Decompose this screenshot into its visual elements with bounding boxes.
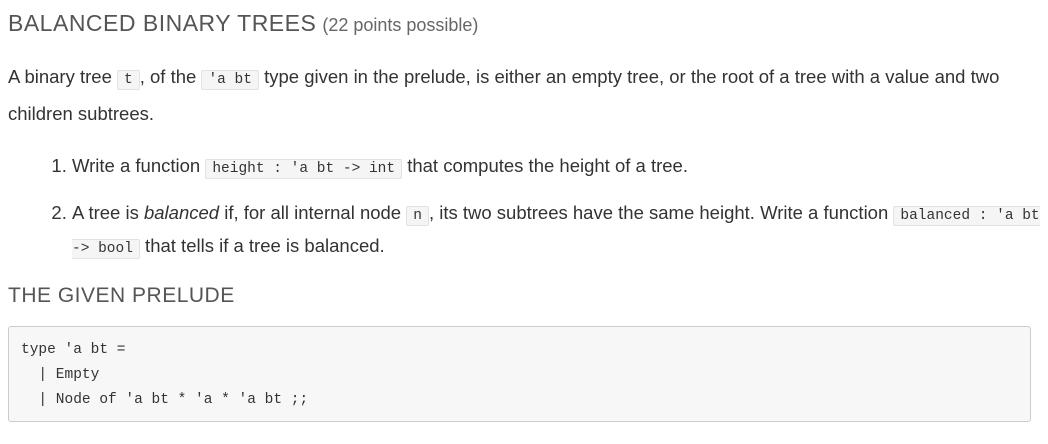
intro-paragraph: A binary tree t, of the 'a bt type given… (8, 60, 1040, 131)
code-line: | Node of 'a bt * 'a * 'a bt ;; (21, 392, 309, 408)
exercise-content: BALANCED BINARY TREES (22 points possible… (0, 0, 1048, 422)
text: that computes the height of a tree. (402, 155, 688, 176)
task-item: A tree is balanced if, for all internal … (72, 198, 1040, 264)
text: A binary tree (8, 66, 118, 87)
text: , of the (139, 66, 202, 87)
task-item: Write a function height : 'a bt -> int t… (72, 151, 1040, 184)
code-line: | Empty (21, 367, 100, 383)
text: if, for all internal node (219, 202, 407, 223)
inline-code: height : 'a bt -> int (205, 159, 403, 179)
inline-code: t (117, 70, 140, 90)
text: that tells if a tree is balanced. (139, 235, 385, 256)
task-list: Write a function height : 'a bt -> int t… (8, 151, 1040, 264)
points-label: (22 points possible) (322, 15, 479, 35)
emphasis: balanced (143, 202, 220, 223)
title-text: BALANCED BINARY TREES (8, 10, 317, 36)
text: Write a function (72, 155, 206, 176)
exercise-title: BALANCED BINARY TREES (22 points possible… (8, 0, 1040, 40)
text: , its two subtrees have the same height.… (428, 202, 894, 223)
text: A tree is (72, 202, 144, 223)
prelude-code-block: type 'a bt = | Empty | Node of 'a bt * '… (8, 326, 1031, 422)
prelude-heading: THE GIVEN PRELUDE (8, 284, 235, 307)
code-line: type 'a bt = (21, 342, 126, 358)
inline-code: 'a bt (201, 70, 259, 90)
inline-code: n (406, 206, 429, 226)
